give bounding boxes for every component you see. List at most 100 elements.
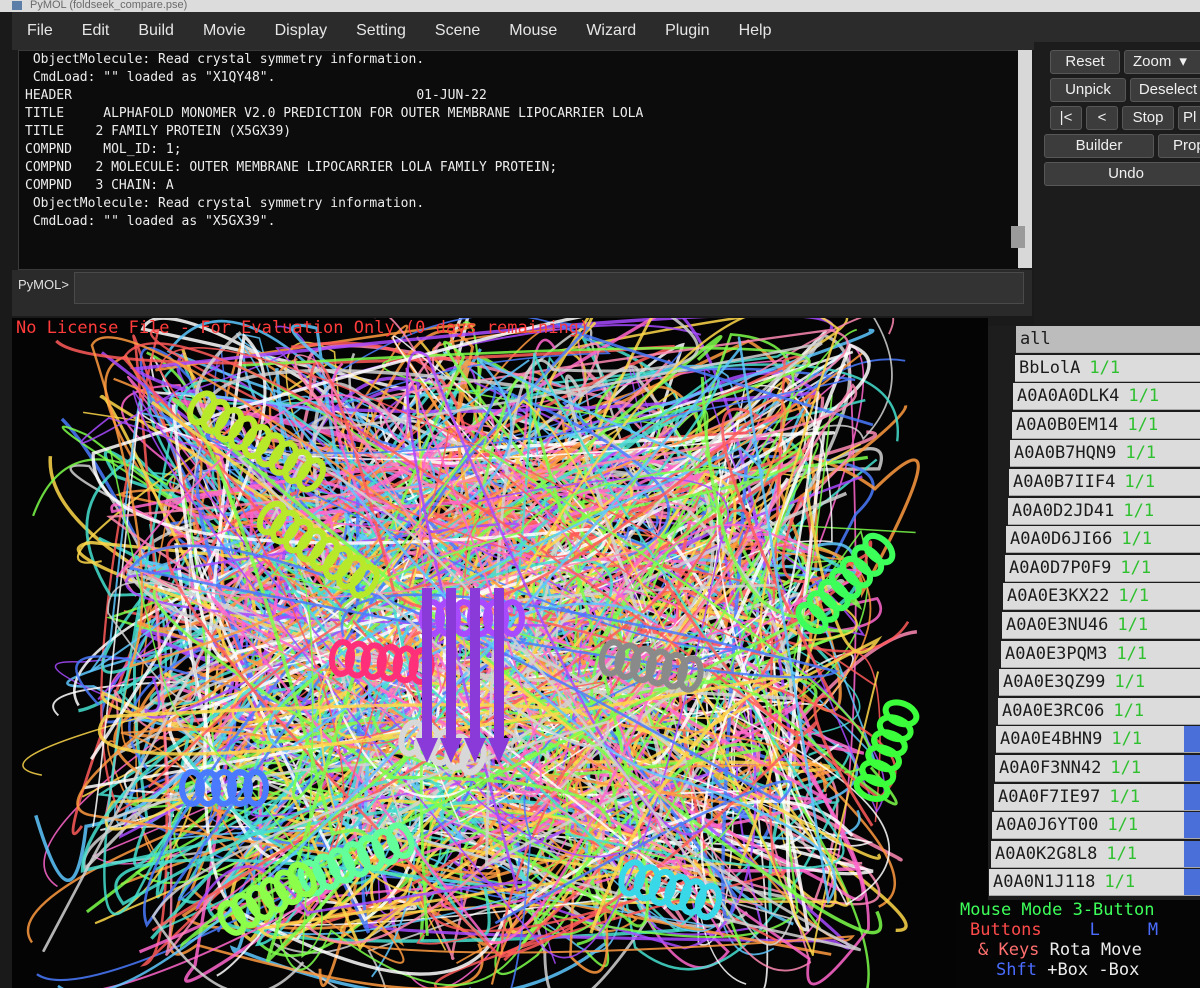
object-name: A0A0B7HQN9: [1014, 443, 1117, 464]
deselect-button[interactable]: Deselect: [1130, 78, 1200, 102]
object-row[interactable]: A0A0F3NN42 1/1: [995, 755, 1200, 782]
console-scrollbar-thumb[interactable]: [1011, 226, 1025, 248]
menu-build[interactable]: Build: [123, 22, 188, 40]
mouse-box-sub: -Box: [1098, 960, 1140, 980]
menu-display[interactable]: Display: [260, 22, 341, 40]
console-line: CmdLoad: "" loaded as "X1QY48".: [25, 70, 276, 85]
zoom-button[interactable]: Zoom ▾: [1124, 50, 1200, 74]
console-scrollbar[interactable]: [1011, 50, 1032, 268]
object-row[interactable]: BbLolA 1/1: [1015, 354, 1200, 382]
command-input[interactable]: [74, 272, 1024, 304]
mouse-col-l: L: [1089, 920, 1100, 940]
object-row[interactable]: A0A0F7IE97 1/1: [994, 783, 1200, 811]
menu-edit[interactable]: Edit: [67, 22, 124, 40]
mouse-move: Move: [1100, 940, 1142, 960]
console-line: TITLE 2 FAMILY PROTEIN (X5GX39): [25, 124, 292, 139]
menu-movie[interactable]: Movie: [188, 22, 260, 40]
console-line: COMPND MOL_ID: 1;: [25, 142, 182, 157]
helix-coil: [871, 729, 908, 758]
molecule-viewer[interactable]: No License File - For Evaluation Only (0…: [12, 318, 988, 988]
window-titlebar: PyMOL (foldseek_compare.pse): [0, 0, 1200, 12]
console-line: TITLE ALPHAFOLD MONOMER V2.0 PREDICTION …: [25, 106, 644, 121]
object-color-swatch[interactable]: [1184, 812, 1200, 839]
unpick-button[interactable]: Unpick: [1050, 78, 1126, 102]
object-name: BbLolA: [1019, 357, 1081, 378]
object-state: 1/1: [1124, 472, 1156, 492]
object-row[interactable]: A0A0E3RC06 1/1: [998, 697, 1200, 725]
object-row[interactable]: A0A0E3NU46 1/1: [1002, 612, 1200, 639]
menu-scene[interactable]: Scene: [420, 22, 494, 40]
object-row[interactable]: A0A0B0EM14 1/1: [1012, 411, 1200, 439]
object-color-swatch[interactable]: [1184, 840, 1200, 867]
object-row[interactable]: A0A0N1J118 1/1: [989, 869, 1200, 897]
menu-file[interactable]: File: [12, 22, 67, 40]
object-row[interactable]: A0A0B7HQN9 1/1: [1010, 440, 1200, 468]
object-name: A0A0E3PQM3: [1005, 643, 1108, 664]
object-color-swatch[interactable]: [1184, 783, 1200, 810]
chevron-down-icon: ▾: [1179, 53, 1187, 70]
stop-button[interactable]: Stop: [1122, 106, 1174, 130]
console-line: COMPND 3 CHAIN: A: [25, 178, 174, 193]
object-name: A0A0E4BHN9: [1000, 729, 1103, 750]
rewind-button[interactable]: |<: [1050, 106, 1082, 130]
menu-setting[interactable]: Setting: [341, 22, 420, 40]
object-color-swatch[interactable]: [1184, 869, 1200, 896]
reset-button[interactable]: Reset: [1050, 50, 1120, 74]
object-row[interactable]: A0A0D7P0F9 1/1: [1005, 554, 1200, 582]
menu-help[interactable]: Help: [724, 22, 786, 40]
protein-ribbon-render: [22, 318, 920, 988]
props-button[interactable]: Prop: [1158, 134, 1200, 158]
console-line: COMPND 2 MOLECULE: OUTER MEMBRANE LIPOCA…: [25, 160, 558, 175]
builder-button[interactable]: Builder: [1044, 134, 1154, 158]
back-button[interactable]: <: [1086, 106, 1118, 130]
object-row[interactable]: A0A0J6YT00 1/1: [992, 812, 1200, 840]
object-name: all: [1020, 329, 1051, 349]
object-name: A0A0D6JI66: [1010, 529, 1113, 550]
object-row[interactable]: A0A0D6JI66 1/1: [1006, 526, 1200, 554]
play-button[interactable]: Pl: [1178, 106, 1200, 130]
object-row[interactable]: A0A0E3QZ99 1/1: [999, 669, 1200, 697]
helix-coil: [876, 714, 914, 743]
object-name: A0A0B7IIF4: [1013, 472, 1116, 492]
object-row[interactable]: A0A0E3KX22 1/1: [1003, 583, 1200, 611]
undo-button[interactable]: Undo: [1044, 162, 1200, 186]
object-row[interactable]: A0A0E4BHN9 1/1: [996, 726, 1200, 754]
console-line: HEADER 01-JUN-22: [25, 88, 487, 103]
object-row[interactable]: A0A0D2JD41 1/1: [1008, 497, 1200, 525]
menu-plugin[interactable]: Plugin: [650, 22, 723, 40]
object-name: A0A0B0EM14: [1016, 414, 1119, 435]
console-output: ObjectMolecule: Read crystal symmetry in…: [18, 50, 1020, 270]
menu-wizard[interactable]: Wizard: [571, 22, 650, 40]
object-state: 1/1: [1107, 815, 1139, 836]
object-state: 1/1: [1125, 443, 1157, 464]
license-notice: No License File - For Evaluation Only (0…: [16, 318, 590, 338]
object-row[interactable]: A0A0E3PQM3 1/1: [1001, 640, 1200, 668]
command-prompt-label: PyMOL>: [18, 277, 69, 292]
window-title: PyMOL (foldseek_compare.pse): [30, 0, 188, 11]
object-state: 1/1: [1121, 529, 1153, 550]
object-color-swatch[interactable]: [1184, 726, 1200, 753]
helix-coil: [882, 699, 920, 728]
zoom-label: Zoom: [1133, 53, 1172, 70]
menu-bar: File Edit Build Movie Display Setting Sc…: [12, 12, 1200, 50]
object-color-swatch[interactable]: [1184, 755, 1200, 781]
mouse-rota: Rota: [1049, 940, 1091, 960]
command-row: PyMOL>: [12, 270, 1032, 316]
object-name: A0A0D2JD41: [1012, 500, 1115, 521]
console-line: ObjectMolecule: Read crystal symmetry in…: [25, 52, 425, 67]
menu-mouse[interactable]: Mouse: [494, 22, 571, 40]
object-state: 1/1: [1113, 700, 1145, 721]
object-row-all[interactable]: all: [1016, 326, 1200, 353]
object-row[interactable]: A0A0B7IIF4 1/1: [1009, 469, 1200, 496]
object-name: A0A0E3KX22: [1007, 586, 1110, 607]
object-state: 1/1: [1110, 758, 1142, 778]
mouse-mode-panel: Mouse Mode 3-Button Buttons L M & Keys Rot…: [956, 900, 1200, 988]
object-name: A0A0E3RC06: [1002, 700, 1105, 721]
object-row[interactable]: A0A0K2G8L8 1/1: [991, 840, 1200, 868]
object-state: 1/1: [1127, 414, 1159, 435]
object-row[interactable]: A0A0A0DLK4 1/1: [1013, 383, 1200, 411]
object-name: A0A0K2G8L8: [995, 843, 1098, 864]
object-name: A0A0F3NN42: [999, 758, 1102, 778]
object-state: 1/1: [1089, 357, 1121, 378]
object-state: 1/1: [1104, 872, 1136, 893]
